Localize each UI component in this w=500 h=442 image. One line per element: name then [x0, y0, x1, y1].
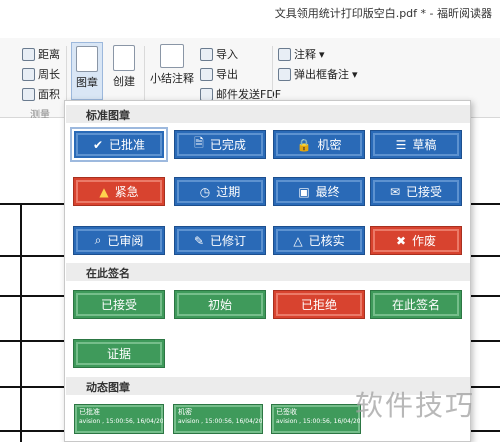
- annotation-icon: [278, 47, 291, 61]
- stamp-label: 已完成: [209, 138, 246, 152]
- lock-icon: 🔒: [296, 137, 312, 152]
- ribbon-separator: [66, 46, 67, 108]
- stamp-label: 已拒绝: [300, 298, 337, 312]
- export-icon: [200, 67, 213, 81]
- magnifier-icon: ⌕: [94, 233, 102, 247]
- chevron-down-icon: ▾: [319, 47, 325, 61]
- warning-icon: ▲: [99, 184, 109, 199]
- summary-button[interactable]: 小结注释: [150, 44, 194, 94]
- ruler-icon: [22, 47, 35, 61]
- table-rule: [20, 203, 22, 442]
- sign-stamp-accepted[interactable]: 已接受: [73, 290, 165, 319]
- checkmark-icon: ✔: [92, 137, 104, 152]
- stamp-button[interactable]: 图章: [71, 42, 103, 100]
- dynamic-stamp-approved[interactable]: 已批准 avision , 15:00:56, 16/04/2014: [74, 404, 164, 434]
- sign-stamp-sign-here[interactable]: 在此签名: [370, 290, 462, 319]
- triangle-icon: △: [293, 233, 303, 248]
- export-label: 导出: [216, 68, 238, 81]
- ribbon-separator: [272, 46, 273, 108]
- stamp-label: 已核实: [308, 234, 345, 248]
- area-button[interactable]: 面积: [22, 86, 60, 102]
- title-bar: 文具领用统计打印版空白.pdf * - 福昕阅读器: [0, 0, 500, 26]
- envelope-icon: ✉: [389, 184, 401, 199]
- stamp-confidential[interactable]: 🔒 机密: [273, 130, 365, 159]
- area-icon: [22, 87, 35, 101]
- sign-stamp-rejected[interactable]: 已拒绝: [273, 290, 365, 319]
- create-icon: [113, 45, 135, 71]
- standard-stamps-header: 标准图章: [66, 105, 470, 123]
- perimeter-icon: [22, 67, 35, 81]
- distance-label: 距离: [38, 48, 60, 61]
- final-stamp-icon: ▣: [298, 184, 310, 199]
- dynamic-stamp-confidential[interactable]: 机密 avision , 15:00:56, 16/04/2014: [173, 404, 263, 434]
- stamp-subtext: avision , 15:00:56, 16/04/2014: [79, 418, 164, 425]
- stamp-label: 在此签名: [391, 298, 440, 312]
- summary-label: 小结注释: [150, 72, 194, 85]
- stamp-label: 已审阅: [107, 234, 144, 248]
- stamp-urgent[interactable]: ▲ 紧急: [73, 177, 165, 206]
- import-button[interactable]: 导入: [200, 46, 238, 62]
- stamp-verified[interactable]: △ 已核实: [273, 226, 365, 255]
- stamp-label: 草稿: [412, 138, 437, 152]
- clock-icon: ◷: [199, 184, 211, 199]
- annotation-dropdown[interactable]: 注释 ▾: [278, 46, 325, 62]
- stamp-label: 已接受: [100, 298, 137, 312]
- import-icon: [200, 47, 213, 61]
- email-icon: [200, 87, 213, 101]
- stamp-label: 已批准: [109, 138, 146, 152]
- perimeter-label: 周长: [38, 68, 60, 81]
- pen-icon: ✎: [193, 233, 205, 248]
- popup-note-dropdown[interactable]: 弹出框备注 ▾: [278, 66, 358, 82]
- create-label: 创建: [113, 75, 135, 88]
- stamp-draft[interactable]: ☰ 草稿: [370, 130, 462, 159]
- stamp-label: 图章: [76, 76, 98, 89]
- stamp-revised[interactable]: ✎ 已修订: [174, 226, 266, 255]
- stamp-completed[interactable]: 🗎 已完成: [174, 130, 266, 159]
- document-lines-icon: ☰: [395, 137, 407, 152]
- x-icon: ✖: [395, 233, 407, 248]
- stamp-subtext: avision , 15:00:56, 16/04/2014: [276, 418, 361, 425]
- stamp-label: 机密: [317, 138, 342, 152]
- dynamic-stamp-received[interactable]: 已签收 avision , 15:00:56, 16/04/2014: [271, 404, 361, 434]
- window-title: 文具领用统计打印版空白.pdf * - 福昕阅读器: [274, 7, 492, 20]
- stamp-label: 作废: [412, 234, 437, 248]
- stamp-label: 证据: [106, 347, 131, 361]
- perimeter-button[interactable]: 周长: [22, 66, 60, 82]
- stamp-label: 紧急: [114, 185, 139, 199]
- create-button[interactable]: 创建: [108, 42, 140, 100]
- stamp-label: 过期: [216, 185, 241, 199]
- sign-stamp-evidence[interactable]: 证据: [73, 339, 165, 368]
- import-label: 导入: [216, 48, 238, 61]
- stamp-label: 已修订: [210, 234, 247, 248]
- summary-icon: [160, 44, 184, 68]
- stamp-label: 已接受: [406, 185, 443, 199]
- stamp-void[interactable]: ✖ 作废: [370, 226, 462, 255]
- area-label: 面积: [38, 88, 60, 101]
- popup-note-label: 弹出框备注: [294, 68, 349, 81]
- stamp-approved[interactable]: ✔ 已批准: [70, 127, 168, 162]
- watermark-text: 软件技巧: [355, 389, 476, 422]
- stamp-expired[interactable]: ◷ 过期: [174, 177, 266, 206]
- ribbon-separator: [144, 46, 145, 108]
- popup-note-icon: [278, 67, 291, 81]
- stamp-label: 机密: [178, 408, 192, 416]
- distance-button[interactable]: 距离: [22, 46, 60, 62]
- stamp-icon: [76, 46, 98, 72]
- sign-here-header: 在此签名: [66, 263, 470, 281]
- stamp-accepted[interactable]: ✉ 已接受: [370, 177, 462, 206]
- stamp-label: 已批准: [79, 408, 100, 416]
- stamp-label: 最终: [315, 185, 340, 199]
- stamp-subtext: avision , 15:00:56, 16/04/2014: [178, 418, 263, 425]
- document-check-icon: 🗎: [194, 136, 204, 150]
- stamp-final[interactable]: ▣ 最终: [273, 177, 365, 206]
- annotation-label: 注释: [294, 48, 316, 61]
- chevron-down-icon: ▾: [352, 67, 358, 81]
- stamp-label: 已签收: [276, 408, 297, 416]
- sign-stamp-initial[interactable]: 初始: [174, 290, 266, 319]
- stamp-label: 初始: [207, 298, 232, 312]
- export-button[interactable]: 导出: [200, 66, 238, 82]
- stamp-reviewed[interactable]: ⌕ 已审阅: [73, 226, 165, 255]
